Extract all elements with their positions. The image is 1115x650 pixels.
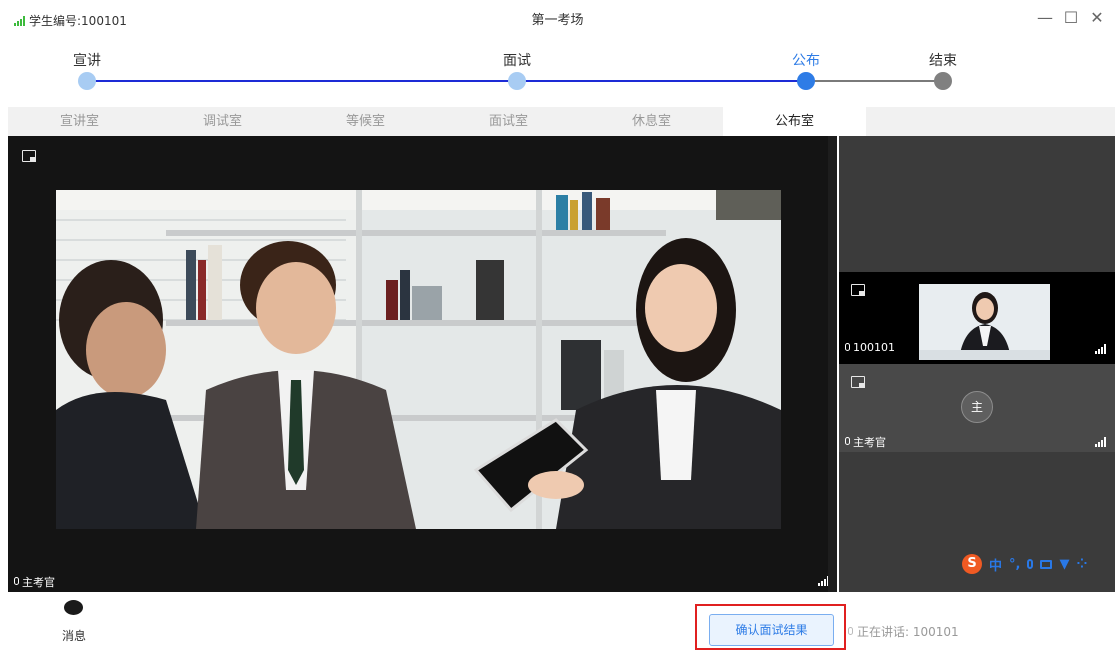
- ime-punctuation-toggle[interactable]: °,: [1009, 557, 1020, 572]
- ime-voice-icon[interactable]: [1027, 559, 1034, 569]
- tab-waiting-room[interactable]: 等候室: [294, 107, 437, 136]
- speaking-status: 正在讲话: 100101: [848, 623, 959, 640]
- tab-debug-room[interactable]: 调试室: [151, 107, 294, 136]
- ime-menu-icon[interactable]: ⁘: [1076, 557, 1087, 572]
- speaking-status-text: 正在讲话: 100101: [857, 625, 959, 639]
- ime-logo-icon[interactable]: S: [962, 554, 982, 574]
- window-title: 第一考场: [531, 13, 584, 28]
- tab-presentation-room[interactable]: 宣讲室: [8, 107, 151, 136]
- title-bar: 学生编号:100101 第一考场 — ☐ ✕: [0, 0, 1115, 40]
- tab-interview-room[interactable]: 面试室: [437, 107, 580, 136]
- tab-announcement-room[interactable]: 公布室: [723, 107, 866, 136]
- microphone-icon: [845, 342, 850, 351]
- confirm-result-button[interactable]: 确认面试结果: [709, 614, 834, 646]
- main-video: 主考官: [8, 136, 829, 592]
- video-frame: [56, 190, 781, 529]
- student-tile-name: 100101: [853, 341, 895, 354]
- participant-tile-student[interactable]: 100101: [839, 272, 1115, 364]
- microphone-icon: [848, 626, 853, 635]
- microphone-icon: [845, 437, 850, 445]
- main-speaker-name: 主考官: [22, 576, 55, 589]
- interview-scene-image: [56, 190, 781, 529]
- message-icon[interactable]: [64, 600, 83, 615]
- examiner-tile-label: 主考官: [845, 434, 886, 450]
- room-tabs: 宣讲室 调试室 等候室 面试室 休息室 公布室: [8, 107, 1115, 136]
- participant-tile-examiner[interactable]: 主 主考官: [839, 364, 1115, 452]
- main-video-scrollbar[interactable]: [828, 136, 837, 592]
- stage-label-4: 结束: [929, 53, 957, 69]
- message-label[interactable]: 消息: [62, 627, 86, 644]
- stage-dot-1: [78, 72, 96, 90]
- student-tile-label: 100101: [845, 341, 895, 354]
- microphone-icon: [14, 577, 19, 585]
- picture-in-picture-icon[interactable]: [851, 284, 865, 296]
- ime-keyboard-icon[interactable]: [1040, 559, 1053, 569]
- stage-label-3: 公布: [792, 53, 820, 69]
- examiner-avatar: 主: [961, 391, 993, 423]
- stage-dot-3: [797, 72, 815, 90]
- participant-panel: 100101 主 主考官 S 中 °, ▼ ⁘: [839, 136, 1115, 592]
- stage-label-2: 面试: [503, 53, 531, 69]
- maximize-icon[interactable]: ☐: [1061, 8, 1081, 27]
- minimize-icon[interactable]: —: [1035, 8, 1055, 27]
- ime-skin-icon[interactable]: ▼: [1059, 557, 1069, 572]
- ime-language-toggle[interactable]: 中: [989, 555, 1002, 574]
- picture-in-picture-icon[interactable]: [851, 376, 865, 388]
- stage-label-1: 宣讲: [73, 53, 101, 69]
- main-speaker-label: 主考官: [14, 574, 55, 590]
- stage-dot-2: [508, 72, 526, 90]
- student-portrait-image: [919, 284, 1050, 360]
- ime-toolbar[interactable]: S 中 °, ▼ ⁘: [962, 554, 1087, 574]
- examiner-tile-name: 主考官: [853, 436, 886, 449]
- progress-track-pending: [806, 80, 943, 82]
- signal-icon: [1095, 437, 1106, 447]
- progress-track-done: [87, 80, 806, 82]
- close-icon[interactable]: ✕: [1087, 8, 1107, 27]
- picture-in-picture-icon[interactable]: [22, 150, 36, 162]
- signal-icon: [1095, 344, 1106, 354]
- stage-dot-4: [934, 72, 952, 90]
- tab-rest-room[interactable]: 休息室: [580, 107, 723, 136]
- student-video-thumbnail: [919, 284, 1050, 360]
